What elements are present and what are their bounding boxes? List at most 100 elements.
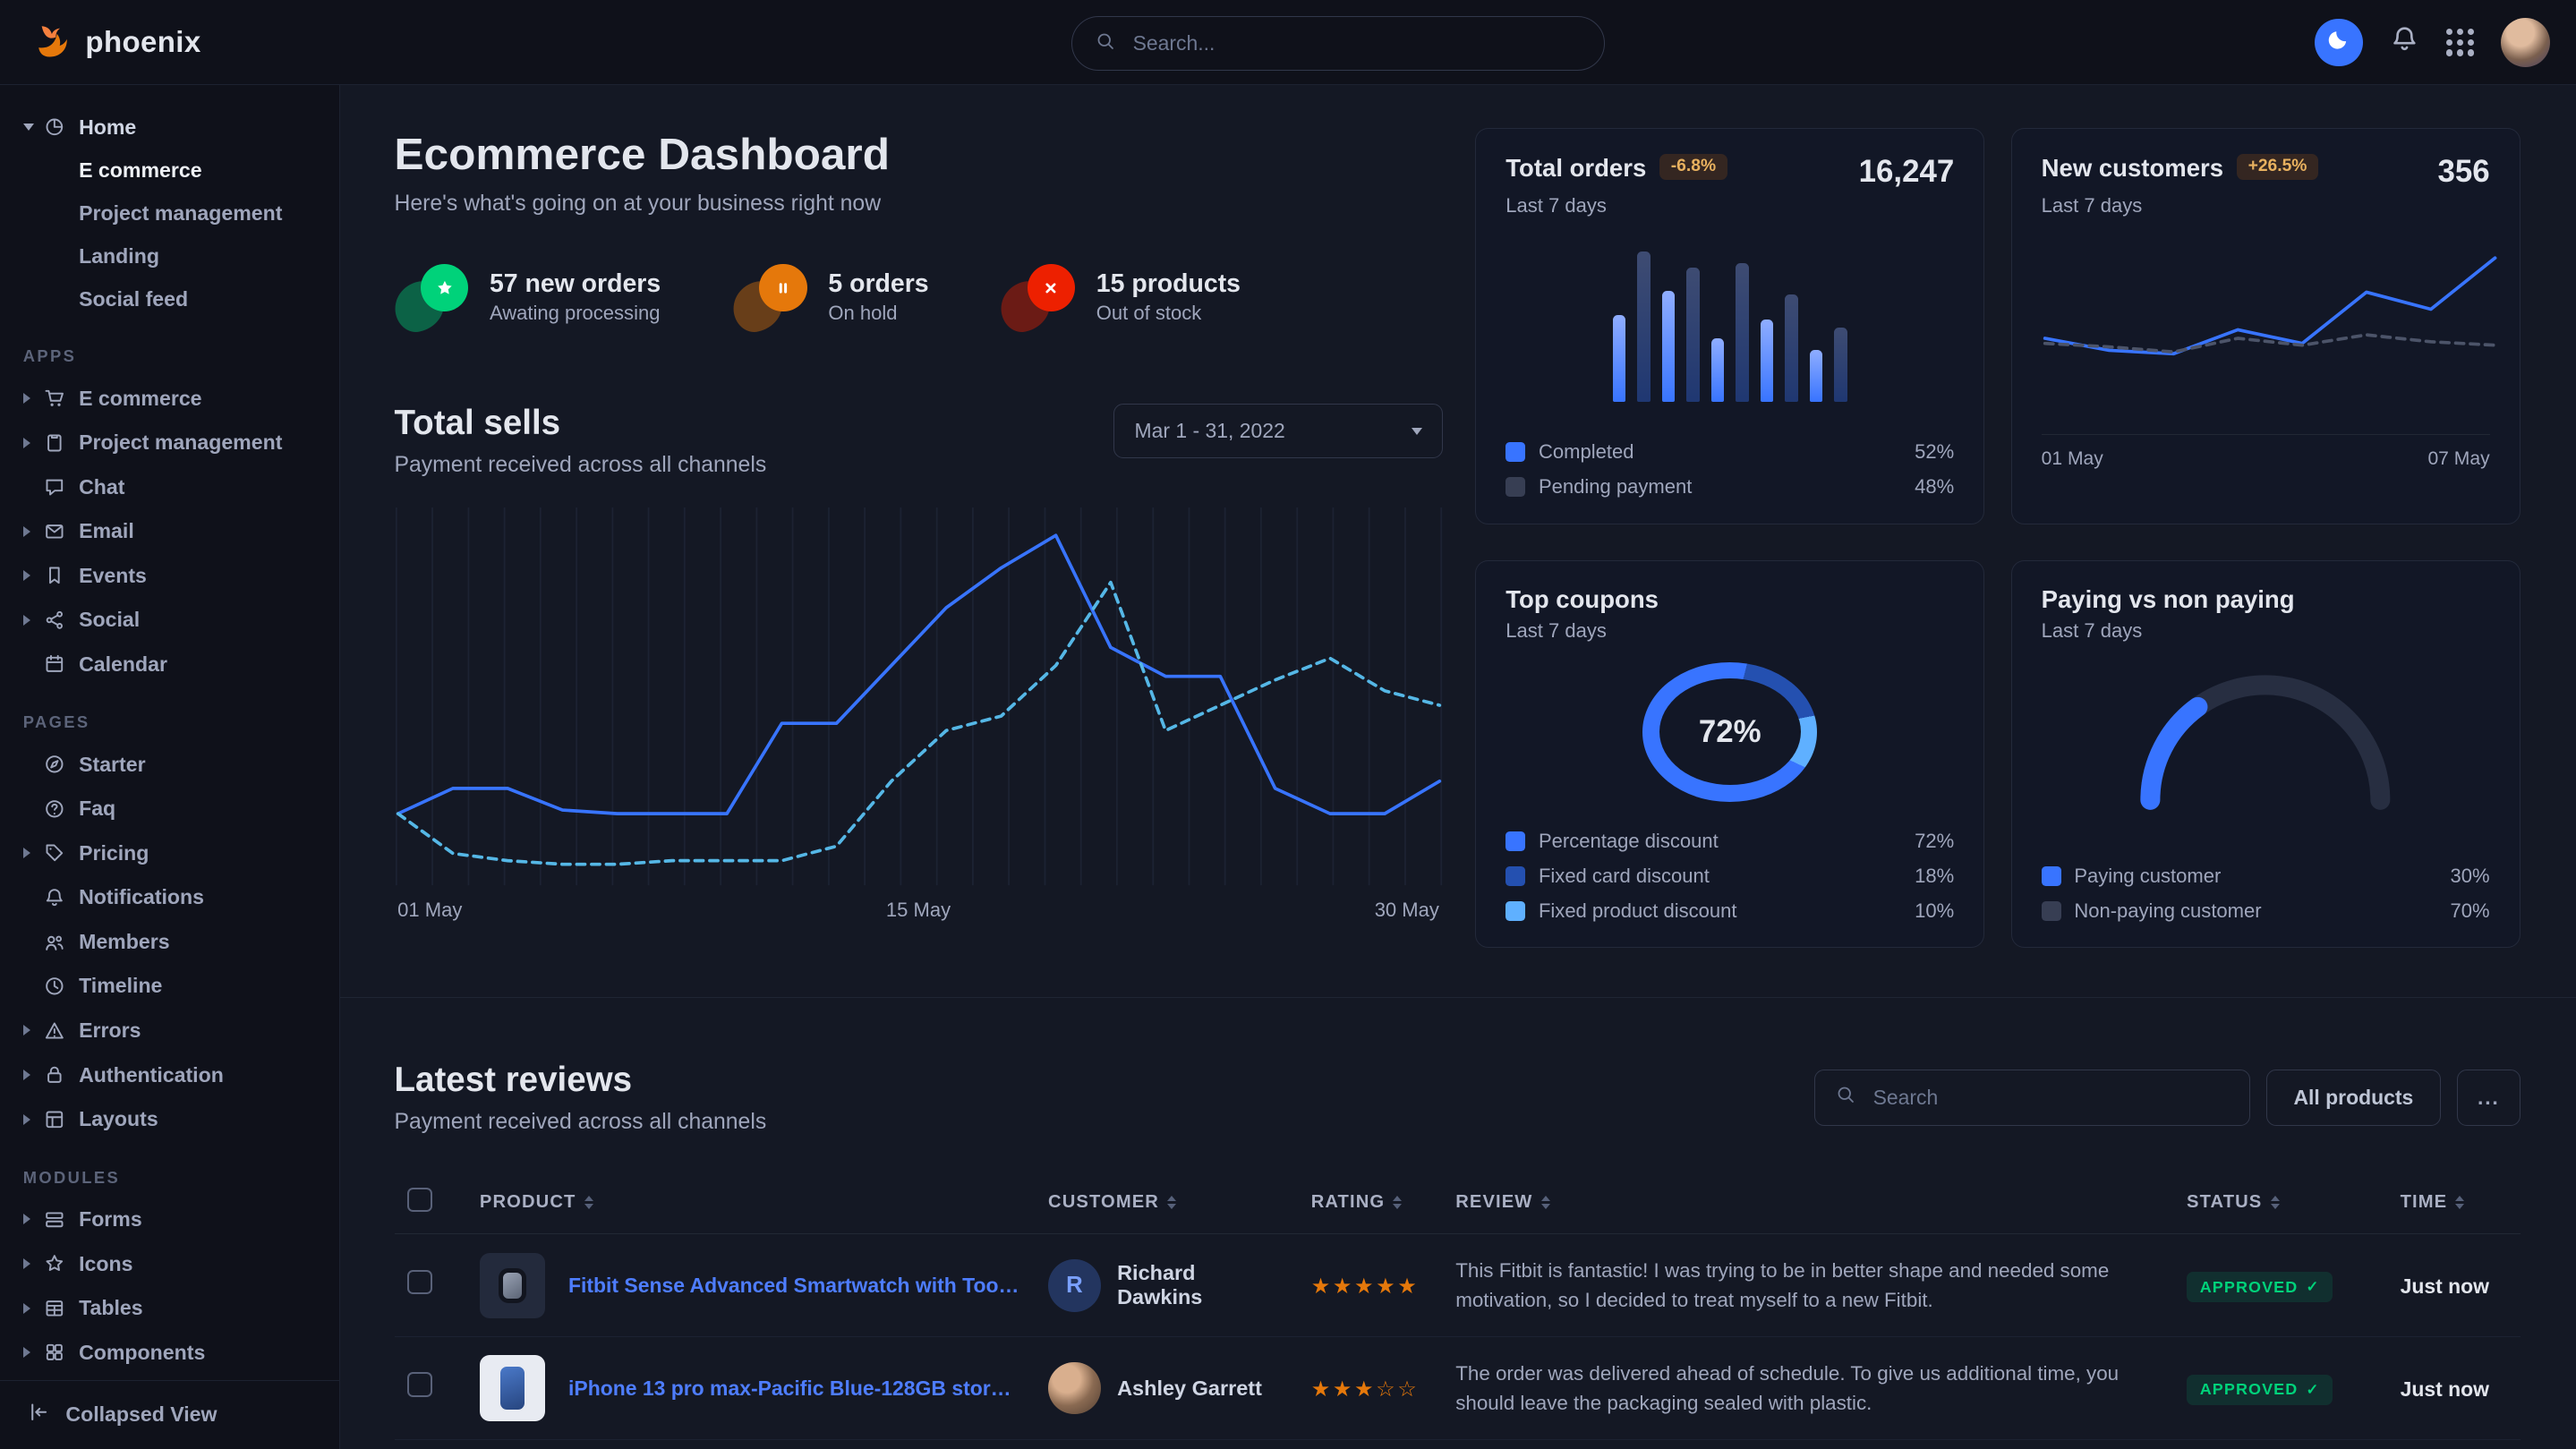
bar xyxy=(1613,315,1626,402)
sidebar-item-authentication[interactable]: Authentication xyxy=(23,1053,327,1097)
reviews-search[interactable] xyxy=(1814,1070,2249,1125)
page-subtitle: Here's what's going on at your business … xyxy=(395,192,1443,217)
cart-icon xyxy=(43,387,79,410)
compass-icon xyxy=(43,753,79,776)
legend-item: Completed52% xyxy=(1506,440,1954,464)
sidebar-item-components[interactable]: Components xyxy=(23,1330,327,1375)
sidebar-item-social[interactable]: Social xyxy=(23,598,327,643)
sidebar-item-calendar[interactable]: Calendar xyxy=(23,643,327,687)
sidebar-item-forms[interactable]: Forms xyxy=(23,1198,327,1242)
review-text: This Fitbit is fantastic! I was trying t… xyxy=(1455,1256,2160,1316)
sidebar-item-project-management[interactable]: Project management xyxy=(23,192,327,235)
total-sells-title: Total sells xyxy=(395,404,767,443)
sidebar-item-project-management[interactable]: Project management xyxy=(23,421,327,465)
review-row: Fitbit Sense Advanced Smartwatch with To… xyxy=(395,1234,2521,1337)
more-options-button[interactable]: ... xyxy=(2457,1070,2521,1125)
column-header-time[interactable]: TIME xyxy=(2387,1171,2521,1234)
user-avatar[interactable] xyxy=(2501,18,2550,67)
column-header-review[interactable]: REVIEW xyxy=(1443,1171,2174,1234)
review-text: The order was delivered ahead of schedul… xyxy=(1455,1359,2160,1419)
star-icon xyxy=(421,264,468,311)
sidebar-item-members[interactable]: Members xyxy=(23,920,327,965)
bar xyxy=(1711,338,1725,401)
column-header-status[interactable]: STATUS xyxy=(2173,1171,2387,1234)
theme-toggle-button[interactable] xyxy=(2315,19,2362,66)
total-sells-x-axis: 01 May15 May30 May xyxy=(395,899,1443,922)
sidebar-item-e-commerce[interactable]: E commerce xyxy=(23,376,327,421)
sidebar-item-social-feed[interactable]: Social feed xyxy=(23,277,327,320)
column-header-rating[interactable]: RATING xyxy=(1298,1171,1443,1234)
sidebar-item-icons[interactable]: Icons xyxy=(23,1241,327,1286)
chevron-right-icon xyxy=(23,438,30,448)
status-badge: APPROVED✓ xyxy=(2187,1375,2333,1405)
x-axis-label: 07 May xyxy=(2427,448,2489,470)
sidebar-item-starter[interactable]: Starter xyxy=(23,742,327,787)
select-all-checkbox[interactable] xyxy=(407,1188,432,1213)
row-checkbox[interactable] xyxy=(407,1270,432,1295)
sidebar-item-pricing[interactable]: Pricing xyxy=(23,831,327,876)
sidebar-item-chat[interactable]: Chat xyxy=(23,465,327,509)
sidebar-item-notifications[interactable]: Notifications xyxy=(23,875,327,920)
global-search[interactable] xyxy=(1071,16,1606,71)
navbar-actions xyxy=(2315,18,2576,67)
stat-on-hold: 5 ordersOn hold xyxy=(733,262,929,331)
product-thumbnail xyxy=(480,1253,545,1318)
layout-icon xyxy=(43,1108,79,1131)
brand[interactable]: phoenix xyxy=(0,17,201,67)
notifications-button[interactable] xyxy=(2389,23,2420,61)
chevron-right-icon xyxy=(23,615,30,626)
new-customers-x-axis: 01 May 07 May xyxy=(2042,434,2490,470)
clock-icon xyxy=(43,975,79,998)
review-time: Just now xyxy=(2401,1274,2489,1298)
total-sells-subtitle: Payment received across all channels xyxy=(395,453,767,478)
customer-name: Richard Dawkins xyxy=(1117,1261,1284,1309)
top-coupons-donut-chart: 72% xyxy=(1642,662,1817,802)
chevron-right-icon xyxy=(23,1114,30,1125)
global-search-input[interactable] xyxy=(1130,30,1582,57)
product-link[interactable]: iPhone 13 pro max-Pacific Blue-128GB sto… xyxy=(568,1377,1022,1401)
apps-grid-button[interactable] xyxy=(2446,29,2474,56)
total-orders-legend: Completed52%Pending payment48% xyxy=(1506,429,1954,499)
x-axis-label: 01 May xyxy=(2042,448,2103,470)
sort-icon xyxy=(1167,1196,1176,1210)
row-checkbox[interactable] xyxy=(407,1372,432,1397)
sidebar-item-landing[interactable]: Landing xyxy=(23,234,327,277)
sidebar-item-faq[interactable]: Faq xyxy=(23,787,327,831)
reviews-search-input[interactable] xyxy=(1870,1084,2230,1112)
warning-icon xyxy=(43,1019,79,1043)
column-header-customer[interactable]: CUSTOMER xyxy=(1035,1171,1298,1234)
rating-stars: ★★★☆☆ xyxy=(1311,1377,1420,1402)
sidebar-item-home[interactable]: Home xyxy=(23,105,327,149)
date-range-select[interactable]: Mar 1 - 31, 2022 xyxy=(1113,404,1442,458)
sidebar-item-events[interactable]: Events xyxy=(23,553,327,598)
collapsed-view-toggle[interactable]: Collapsed View xyxy=(0,1380,339,1449)
bar xyxy=(1637,251,1651,401)
all-products-button[interactable]: All products xyxy=(2266,1070,2441,1125)
bar xyxy=(1834,328,1847,402)
phoenix-logo-icon xyxy=(30,17,73,67)
card-value: 16,247 xyxy=(1859,154,1955,190)
bar xyxy=(1785,294,1798,402)
status-badge: APPROVED✓ xyxy=(2187,1272,2333,1302)
date-range-value: Mar 1 - 31, 2022 xyxy=(1134,419,1284,443)
sidebar-item-layouts[interactable]: Layouts xyxy=(23,1097,327,1142)
sidebar-item-tables[interactable]: Tables xyxy=(23,1286,327,1331)
customer-avatar xyxy=(1048,1362,1101,1415)
phoenix-dashboard: phoenix HomeE commerceProject management… xyxy=(0,0,2576,1449)
column-header-product[interactable]: PRODUCT xyxy=(466,1171,1035,1234)
collapse-label: Collapsed View xyxy=(65,1402,217,1427)
paying-card: Paying vs non paying Last 7 days Paying … xyxy=(2011,560,2521,948)
envelope-icon xyxy=(43,520,79,543)
sidebar-item-email[interactable]: Email xyxy=(23,509,327,554)
sidebar-item-timeline[interactable]: Timeline xyxy=(23,964,327,1009)
chevron-right-icon xyxy=(23,1025,30,1036)
legend-item: Non-paying customer70% xyxy=(2042,899,2490,923)
card-period: Last 7 days xyxy=(1506,619,1954,643)
question-icon xyxy=(43,797,79,821)
bar xyxy=(1686,268,1700,402)
sidebar-item-e-commerce[interactable]: E commerce xyxy=(23,149,327,192)
reviews-subtitle: Payment received across all channels xyxy=(395,1110,767,1135)
sidebar-section-pages: PAGES xyxy=(23,712,327,732)
product-link[interactable]: Fitbit Sense Advanced Smartwatch with To… xyxy=(568,1274,1022,1298)
sidebar-item-errors[interactable]: Errors xyxy=(23,1009,327,1053)
